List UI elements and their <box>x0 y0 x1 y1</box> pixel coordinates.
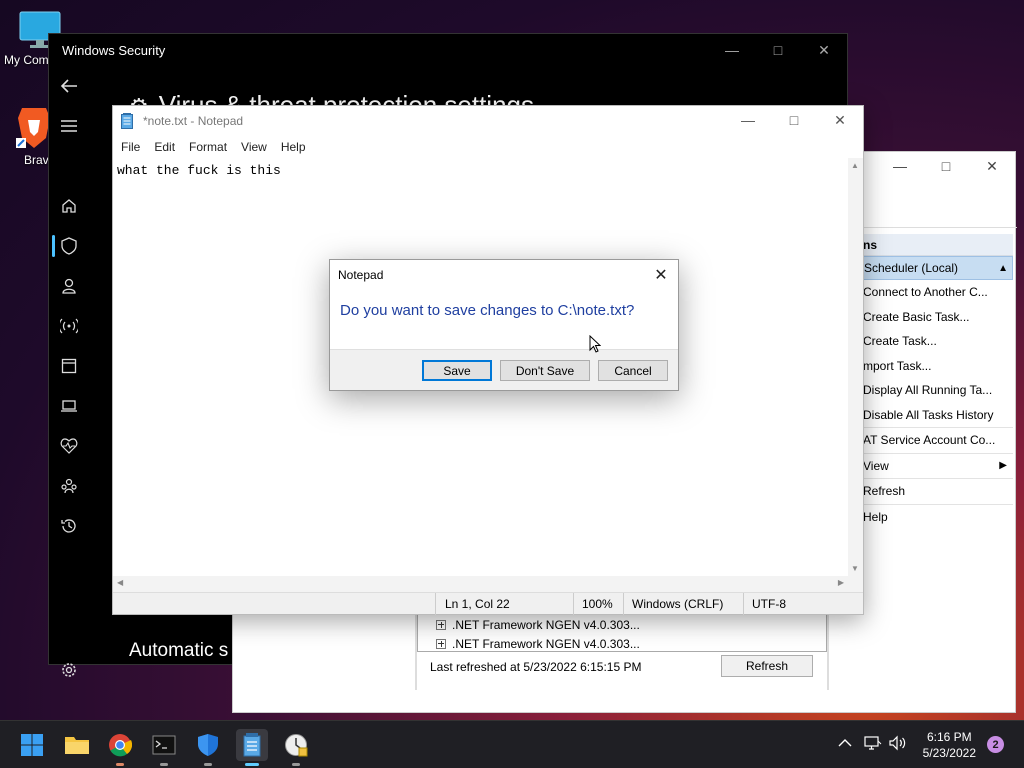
action-import-task[interactable]: mport Task... <box>863 354 1013 379</box>
status-encoding: UTF-8 <box>752 597 786 611</box>
collapse-up-icon: ▲ <box>998 262 1008 274</box>
device-security-icon[interactable] <box>57 394 81 418</box>
minimize-button[interactable]: — <box>877 152 923 180</box>
chevron-right-icon: ▶ <box>999 460 1007 472</box>
terminal-icon[interactable] <box>148 729 180 766</box>
shield-icon[interactable] <box>57 234 81 258</box>
action-help[interactable]: Help <box>863 505 1013 530</box>
action-at-service-account[interactable]: AT Service Account Co... <box>863 428 1013 453</box>
start-button[interactable] <box>16 729 48 761</box>
minimize-button[interactable]: — <box>725 106 771 134</box>
save-button[interactable]: Save <box>422 360 492 381</box>
action-display-running[interactable]: Display All Running Ta... <box>863 378 1013 403</box>
network-icon[interactable] <box>864 735 882 754</box>
chevron-up-icon[interactable] <box>838 737 852 751</box>
taskbar: 6:16 PM 5/23/2022 2 <box>0 720 1024 768</box>
dialog-message: Do you want to save changes to C:\note.t… <box>340 302 635 319</box>
scroll-right-icon[interactable]: ▶ <box>838 578 844 587</box>
notepad-icon <box>121 113 133 129</box>
save-changes-dialog: Notepad ✕ Do you want to save changes to… <box>329 259 679 391</box>
vertical-scrollbar[interactable]: ▲ ▼ <box>848 158 863 576</box>
refresh-button[interactable]: Refresh <box>721 655 813 677</box>
menu-icon[interactable] <box>57 114 81 138</box>
status-position: Ln 1, Col 22 <box>445 597 510 611</box>
status-zoom: 100% <box>582 597 613 611</box>
expand-icon[interactable] <box>436 638 446 649</box>
home-icon[interactable] <box>57 194 81 218</box>
status-line-endings: Windows (CRLF) <box>632 597 724 611</box>
dialog-title: Notepad <box>338 268 384 282</box>
expand-icon[interactable] <box>436 619 446 630</box>
notification-badge[interactable]: 2 <box>987 736 1004 753</box>
status-bar: Ln 1, Col 22 100% Windows (CRLF) UTF-8 <box>113 592 863 615</box>
menu-edit[interactable]: Edit <box>152 140 183 154</box>
nav-rail <box>49 66 89 677</box>
chrome-icon[interactable] <box>104 729 136 766</box>
actions-header: ns <box>863 234 1013 256</box>
scroll-down-icon[interactable]: ▼ <box>851 564 859 573</box>
scroll-up-icon[interactable]: ▲ <box>851 161 859 170</box>
minimize-button[interactable]: — <box>709 34 755 66</box>
menu-help[interactable]: Help <box>279 140 314 154</box>
close-icon[interactable]: ✕ <box>648 262 674 288</box>
action-create-basic-task[interactable]: Create Basic Task... <box>863 305 1013 330</box>
windows-security-icon[interactable] <box>192 729 224 766</box>
dialog-button-bar: Save Don't Save Cancel <box>330 349 678 390</box>
close-button[interactable]: ✕ <box>817 106 863 134</box>
task-list: .NET Framework NGEN v4.0.303... .NET Fra… <box>417 614 827 652</box>
app-browser-control-icon[interactable] <box>57 354 81 378</box>
window-title: *note.txt - Notepad <box>143 114 244 128</box>
close-button[interactable]: ✕ <box>969 152 1015 180</box>
task-scheduler-icon[interactable] <box>280 729 312 766</box>
actions-group-header[interactable]: Scheduler (Local) ▲ <box>863 256 1013 280</box>
firewall-network-icon[interactable] <box>57 314 81 338</box>
maximize-button[interactable]: □ <box>771 106 817 134</box>
settings-gear-icon[interactable] <box>57 658 81 682</box>
menu-file[interactable]: File <box>119 140 148 154</box>
menu-bar: File Edit Format View Help <box>113 136 863 158</box>
window-title: Windows Security <box>62 42 166 58</box>
actions-pane: ns Scheduler (Local) ▲ Connect to Anothe… <box>863 234 1013 529</box>
clock[interactable]: 6:16 PM 5/23/2022 <box>923 729 976 761</box>
action-refresh[interactable]: Refresh <box>863 479 1013 504</box>
notepad-taskbar-icon[interactable] <box>236 729 268 766</box>
clock-time: 6:16 PM <box>926 730 972 744</box>
menu-view[interactable]: View <box>239 140 275 154</box>
action-connect[interactable]: Connect to Another C... <box>863 280 1013 305</box>
action-create-task[interactable]: Create Task... <box>863 329 1013 354</box>
device-health-icon[interactable] <box>57 434 81 458</box>
desktop-icon-label: Brav <box>24 153 49 167</box>
list-item[interactable]: .NET Framework NGEN v4.0.303... <box>418 634 826 653</box>
action-disable-history[interactable]: Disable All Tasks History <box>863 403 1013 428</box>
file-explorer-icon[interactable] <box>61 729 93 761</box>
protection-history-icon[interactable] <box>57 514 81 538</box>
dont-save-button[interactable]: Don't Save <box>500 360 590 381</box>
scroll-left-icon[interactable]: ◀ <box>117 578 123 587</box>
back-arrow-icon[interactable] <box>57 74 81 98</box>
toolbar-strip <box>863 204 1017 228</box>
last-refreshed-text: Last refreshed at 5/23/2022 6:15:15 PM <box>430 660 642 674</box>
close-button[interactable]: ✕ <box>801 34 847 66</box>
action-view[interactable]: View ▶ <box>863 454 1013 479</box>
family-options-icon[interactable] <box>57 474 81 498</box>
pane-splitter[interactable] <box>827 614 829 690</box>
maximize-button[interactable]: □ <box>923 152 969 180</box>
horizontal-scrollbar[interactable]: ◀ ▶ <box>113 576 848 592</box>
volume-icon[interactable] <box>889 735 907 754</box>
maximize-button[interactable]: □ <box>755 34 801 66</box>
menu-format[interactable]: Format <box>187 140 235 154</box>
clock-date: 5/23/2022 <box>922 746 976 760</box>
selection-indicator <box>52 235 55 257</box>
desktop-icon-label: My Com <box>4 53 49 67</box>
mouse-cursor-icon <box>589 334 602 357</box>
cancel-button[interactable]: Cancel <box>598 360 668 381</box>
section-heading: Automatic s <box>129 640 229 661</box>
list-item[interactable]: .NET Framework NGEN v4.0.303... <box>418 615 826 634</box>
account-icon[interactable] <box>57 274 81 298</box>
